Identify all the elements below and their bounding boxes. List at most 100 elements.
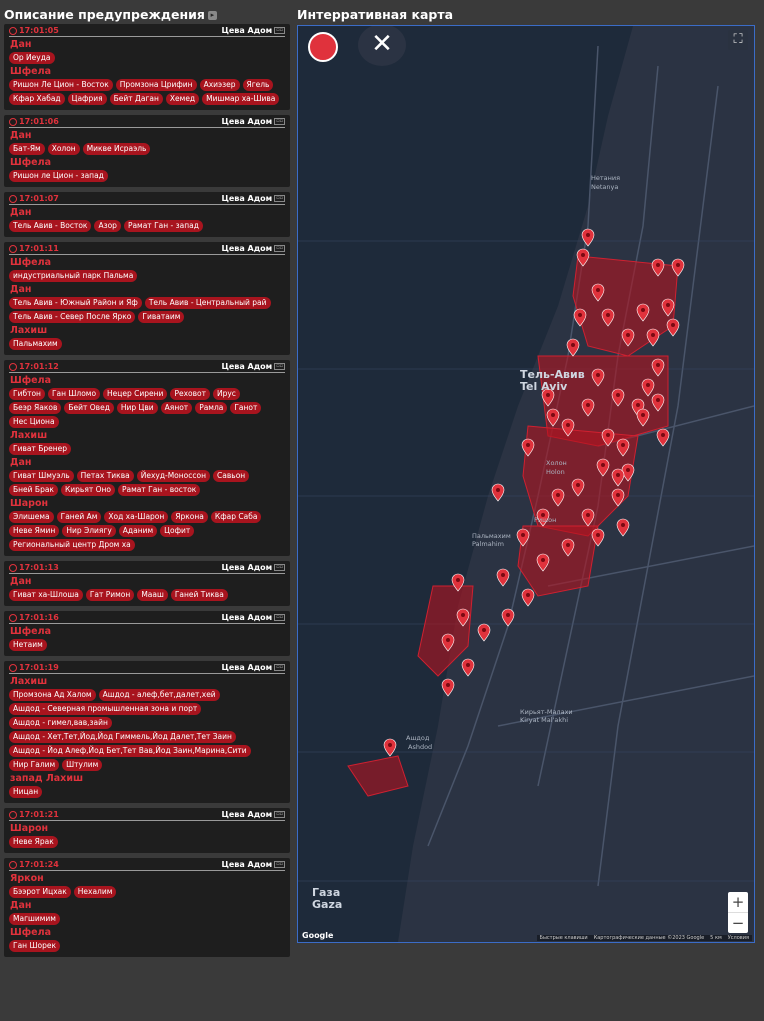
marker-dot (546, 393, 550, 397)
region-name: Дан (10, 284, 32, 295)
alert-marker-icon[interactable] (383, 738, 397, 757)
place-chip[interactable]: Ришон ле Цион - запад (9, 170, 108, 182)
place-chip[interactable]: Реховот (170, 388, 210, 400)
place-chip[interactable]: Ахиэзер (199, 79, 240, 91)
place-chip[interactable]: Региональный центр Дром ха (9, 539, 135, 551)
place-chip[interactable]: Элишема (9, 511, 54, 523)
place-chip[interactable]: Промзона Црифин (115, 79, 197, 91)
marker-dot (646, 383, 650, 387)
map-canvas[interactable] (298, 26, 754, 942)
place-chip[interactable]: Гиват Бренер (9, 443, 72, 455)
alert-time-text: 17:01:05 (19, 26, 59, 35)
place-chip[interactable]: Микве Исраэль (82, 143, 151, 155)
alert-source: Цева Адом ▫▫ (221, 663, 285, 672)
terms-link[interactable]: Условия (728, 935, 749, 941)
place-chip[interactable]: Гат Римон (85, 589, 135, 601)
place-chip[interactable]: Мишмар ха-Шива (202, 93, 280, 105)
place-chip[interactable]: Ган Шорек (9, 940, 60, 952)
place-chip[interactable]: Ягель (242, 79, 274, 91)
place-chip[interactable]: Неве Ярак (9, 836, 58, 848)
place-chip[interactable]: Гибтон (9, 388, 45, 400)
place-chip[interactable]: Кирьят Оно (60, 484, 116, 496)
place-chip[interactable]: Бат-Ям (9, 143, 45, 155)
place-chip[interactable]: Ган Шломо (47, 388, 101, 400)
place-chip[interactable]: Яркона (171, 511, 208, 523)
place-chip[interactable]: Ганей Тиква (170, 589, 228, 601)
zoom-in-button[interactable]: + (728, 892, 748, 912)
place-chip[interactable]: Ирус (212, 388, 240, 400)
close-button[interactable]: ✕ (358, 26, 406, 66)
place-chip[interactable]: Нетаим (9, 639, 47, 651)
place-chip[interactable]: Рамла (195, 402, 228, 414)
place-chip[interactable]: Нир Цви (116, 402, 158, 414)
place-chip[interactable]: Азор (94, 220, 121, 232)
alert-source-text: Цева Адом (221, 362, 273, 371)
alert-source-text: Цева Адом (221, 244, 273, 253)
place-chip[interactable]: Нехалим (73, 886, 117, 898)
place-chip[interactable]: Ашдод - Йод Алеф,Йод Бет,Тет Вав,Йод Заи… (9, 745, 251, 757)
shortcuts-link[interactable]: Быстрые клавиши (540, 935, 588, 941)
place-chip[interactable]: Неве Ямин (9, 525, 60, 537)
place-chip[interactable]: Холон (47, 143, 80, 155)
place-chip[interactable]: Штулим (62, 759, 103, 771)
fullscreen-icon[interactable]: ⛶ (728, 30, 748, 50)
place-chip[interactable]: Савьон (213, 470, 250, 482)
place-chip[interactable]: Ход ха-Шарон (104, 511, 169, 523)
place-chip[interactable]: индустриальный парк Пальма (9, 270, 138, 282)
place-chip[interactable]: Бейт Овед (64, 402, 114, 414)
place-chip[interactable]: Беэр Яаков (9, 402, 62, 414)
place-chip[interactable]: Гиват Шмуэль (9, 470, 74, 482)
place-chip[interactable]: Ганот (230, 402, 262, 414)
place-chip[interactable]: Бней Брак (9, 484, 58, 496)
place-chip[interactable]: Тель Авив - Восток (9, 220, 92, 232)
place-chip[interactable]: Рамат Ган - запад (123, 220, 203, 232)
place-chip[interactable]: Аянот (160, 402, 193, 414)
alert-time: 17:01:11 (9, 244, 59, 253)
place-chip[interactable]: Магшимим (9, 913, 60, 925)
place-chip[interactable]: Нир Галим (9, 759, 60, 771)
marker-dot (651, 333, 655, 337)
alert-time: 17:01:12 (9, 362, 59, 371)
place-chip[interactable]: Ашдод - Северная промышленная зона и пор… (9, 703, 202, 715)
place-chip[interactable]: Гиватаим (138, 311, 185, 323)
alert-time: 17:01:06 (9, 117, 59, 126)
alerts-list[interactable]: 17:01:05 Цева Адом ▫▫ Дан Ор Иеуда Шфела Ришон… (4, 24, 290, 1021)
place-chip[interactable]: Цофит (160, 525, 195, 537)
place-chip[interactable]: Петах Тиква (76, 470, 134, 482)
place-chip[interactable]: Тель Авив - Центральный рай (144, 297, 271, 309)
place-chip[interactable]: Тель Авив - Южный Район и Яф (9, 297, 142, 309)
place-chip[interactable]: Тель Авив - Север После Ярко (9, 311, 136, 323)
place-chip[interactable]: Пальмахим (9, 338, 62, 350)
marker-dot (521, 533, 525, 537)
place-chip[interactable]: Цафрия (67, 93, 107, 105)
place-chip[interactable]: Аданим (118, 525, 158, 537)
place-chip-list: Гибтон Ган Шломо Нецер Сирени Реховот Ирус Бе… (9, 388, 285, 428)
place-chip[interactable]: Бээрот Ицхак (9, 886, 71, 898)
place-chip[interactable]: Ашдод - гимел,вав,зайн (9, 717, 112, 729)
interactive-map[interactable]: Тель-Авив Tel Aviv Нетания Netanya Холон Holo… (297, 25, 755, 943)
alert-card: 17:01:21 Цева Адом ▫▫ Шарон Неве Ярак (4, 808, 290, 853)
place-chip[interactable]: Кфар Саба (210, 511, 262, 523)
place-chip[interactable]: Ор Иеуда (9, 52, 55, 64)
place-chip[interactable]: Бейт Даган (109, 93, 163, 105)
place-chip[interactable]: Рамат Ган - восток (118, 484, 201, 496)
place-chip[interactable]: Промзона Ад Халом (9, 689, 96, 701)
alert-source-text: Цева Адом (221, 117, 273, 126)
place-chip[interactable]: Кфар Хабад (9, 93, 65, 105)
place-chip[interactable]: Нес Циона (9, 416, 59, 428)
place-chip[interactable]: Йехуд-Моноссон (136, 470, 211, 482)
place-chip[interactable]: Нир Элиягу (62, 525, 116, 537)
place-chip[interactable]: Ганей Ам (56, 511, 102, 523)
place-chip[interactable]: Ницан (9, 786, 43, 798)
place-chip[interactable]: Ришон Ле Цион - Восток (9, 79, 113, 91)
place-chip[interactable]: Нецер Сирени (103, 388, 168, 400)
marker-dot (461, 613, 465, 617)
place-chip[interactable]: Хемед (165, 93, 200, 105)
place-chip[interactable]: Мааш (137, 589, 168, 601)
place-chip[interactable]: Ашдод - алеф,бет,далет,хей (98, 689, 220, 701)
place-chip[interactable]: Гиват ха-Шлоша (9, 589, 83, 601)
place-chip[interactable]: Ашдод - Хет,Тет,Йод,Йод Гиммель,Йод Дале… (9, 731, 236, 743)
zoom-out-button[interactable]: − (728, 913, 748, 933)
collapse-icon[interactable]: ▸ (207, 11, 217, 20)
marker-dot (388, 743, 392, 747)
